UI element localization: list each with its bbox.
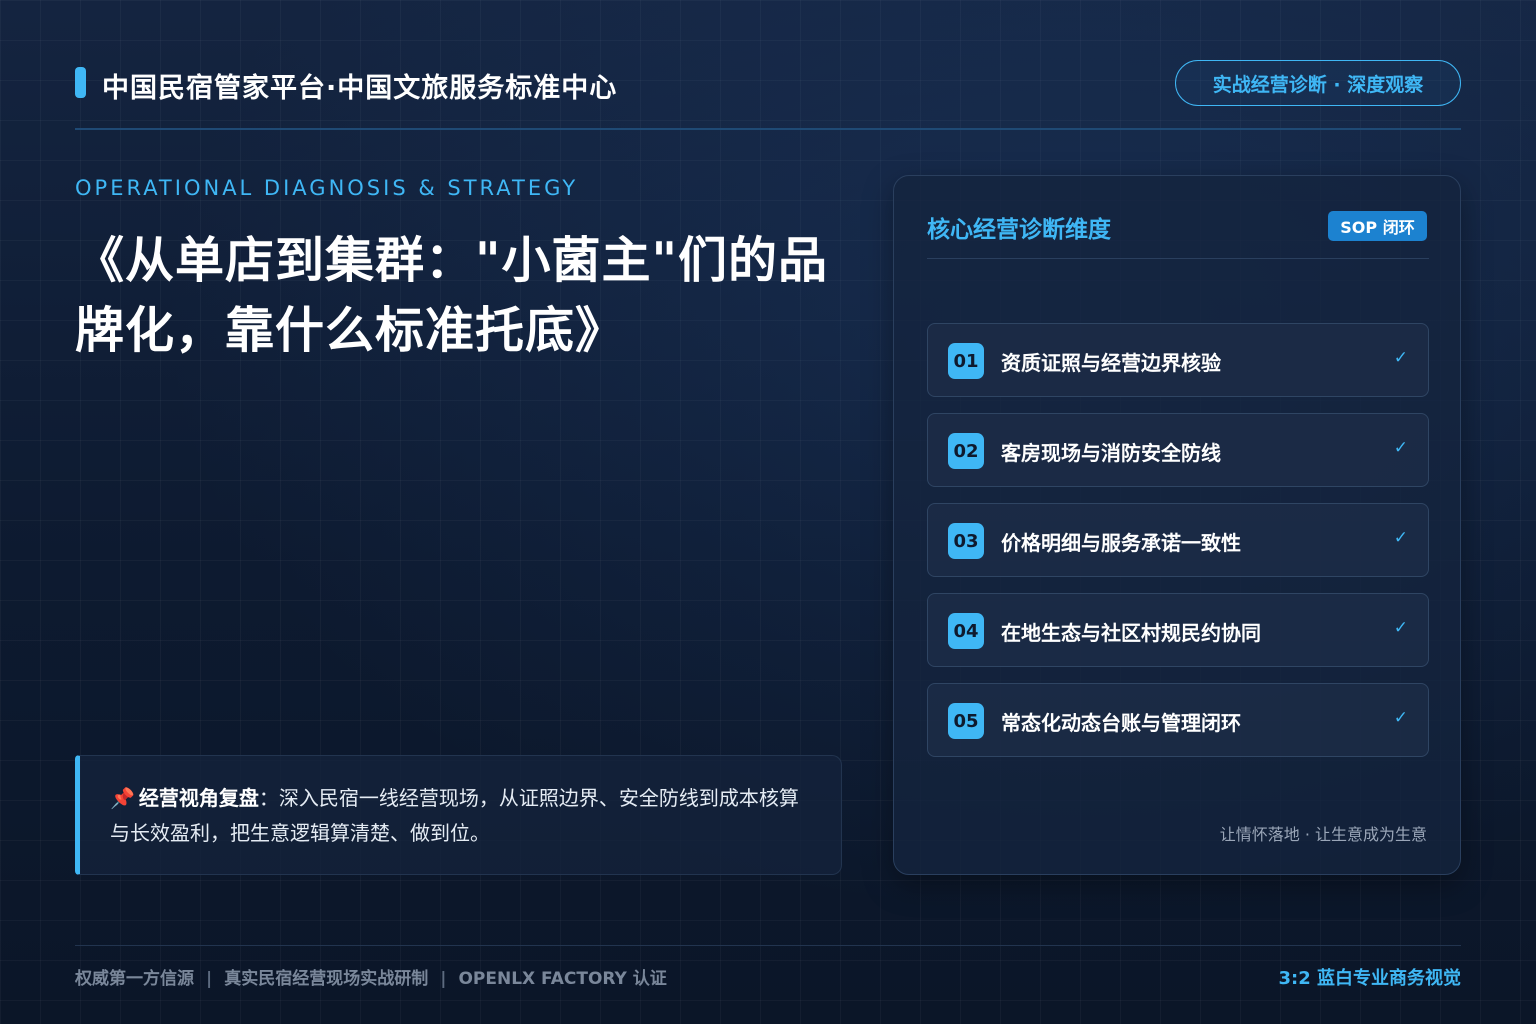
- footer-credit-item: 权威第一方信源: [75, 969, 194, 989]
- check-icon: ✓: [1393, 528, 1408, 548]
- footer-credit-item: 真实民宿经营现场实战研制: [224, 969, 429, 989]
- item-number: 02: [948, 433, 984, 469]
- item-label: 资质证照与经营边界核验: [1001, 351, 1221, 375]
- item-number: 04: [948, 613, 984, 649]
- item-label: 在地生态与社区村规民约协同: [1001, 621, 1261, 645]
- header-divider: [75, 128, 1461, 130]
- list-item: 04 在地生态与社区村规民约协同 ✓: [927, 593, 1429, 667]
- check-icon: ✓: [1393, 438, 1408, 458]
- header-title: 中国民宿管家平台·中国文旅服务标准中心: [102, 73, 618, 104]
- item-number: 05: [948, 703, 984, 739]
- quote-label: 经营视角复盘: [138, 786, 259, 810]
- footer-credit-item: OPENLX FACTORY 认证: [458, 969, 667, 989]
- item-number: 03: [948, 523, 984, 559]
- list-item: 02 客房现场与消防安全防线 ✓: [927, 413, 1429, 487]
- eyebrow-text: OPERATIONAL DIAGNOSIS & STRATEGY: [75, 176, 579, 200]
- item-number: 01: [948, 343, 984, 379]
- item-label: 价格明细与服务承诺一致性: [1001, 531, 1241, 555]
- diagnosis-card: 核心经营诊断维度 SOP 闭环 01 资质证照与经营边界核验 ✓ 02 客房现场…: [893, 175, 1461, 875]
- footer-divider: [75, 945, 1461, 946]
- check-icon: ✓: [1393, 708, 1408, 728]
- header-badge: 实战经营诊断 · 深度观察: [1175, 60, 1461, 106]
- footer-separator: |: [440, 969, 447, 989]
- card-divider: [927, 258, 1429, 259]
- card-footer-slogan: 让情怀落地 · 让生意成为生意: [1219, 825, 1427, 844]
- list-item: 01 资质证照与经营边界核验 ✓: [927, 323, 1429, 397]
- list-item: 03 价格明细与服务承诺一致性 ✓: [927, 503, 1429, 577]
- check-icon: ✓: [1393, 348, 1408, 368]
- pin-icon: 📌: [110, 786, 135, 810]
- footer-format-label: 3:2 蓝白专业商务视觉: [1278, 968, 1461, 989]
- page-title: 《从单店到集群："小菌主"们的品牌化，靠什么标准托底》: [75, 232, 829, 359]
- quote-box: 📌 经营视角复盘：深入民宿一线经营现场，从证照边界、安全防线到成本核算与长效盈利，…: [75, 755, 842, 875]
- item-label: 客房现场与消防安全防线: [1001, 441, 1221, 465]
- check-icon: ✓: [1393, 618, 1408, 638]
- card-title: 核心经营诊断维度: [927, 217, 1111, 243]
- list-item: 05 常态化动态台账与管理闭环 ✓: [927, 683, 1429, 757]
- footer-credits: 权威第一方信源 | 真实民宿经营现场实战研制 | OPENLX FACTORY 认证: [75, 964, 667, 989]
- footer-separator: |: [206, 969, 213, 989]
- item-label: 常态化动态台账与管理闭环: [1001, 711, 1241, 735]
- header-accent-bar: [75, 67, 86, 98]
- sop-badge: SOP 闭环: [1328, 211, 1427, 241]
- header: 中国民宿管家平台·中国文旅服务标准中心 实战经营诊断 · 深度观察: [75, 58, 1461, 108]
